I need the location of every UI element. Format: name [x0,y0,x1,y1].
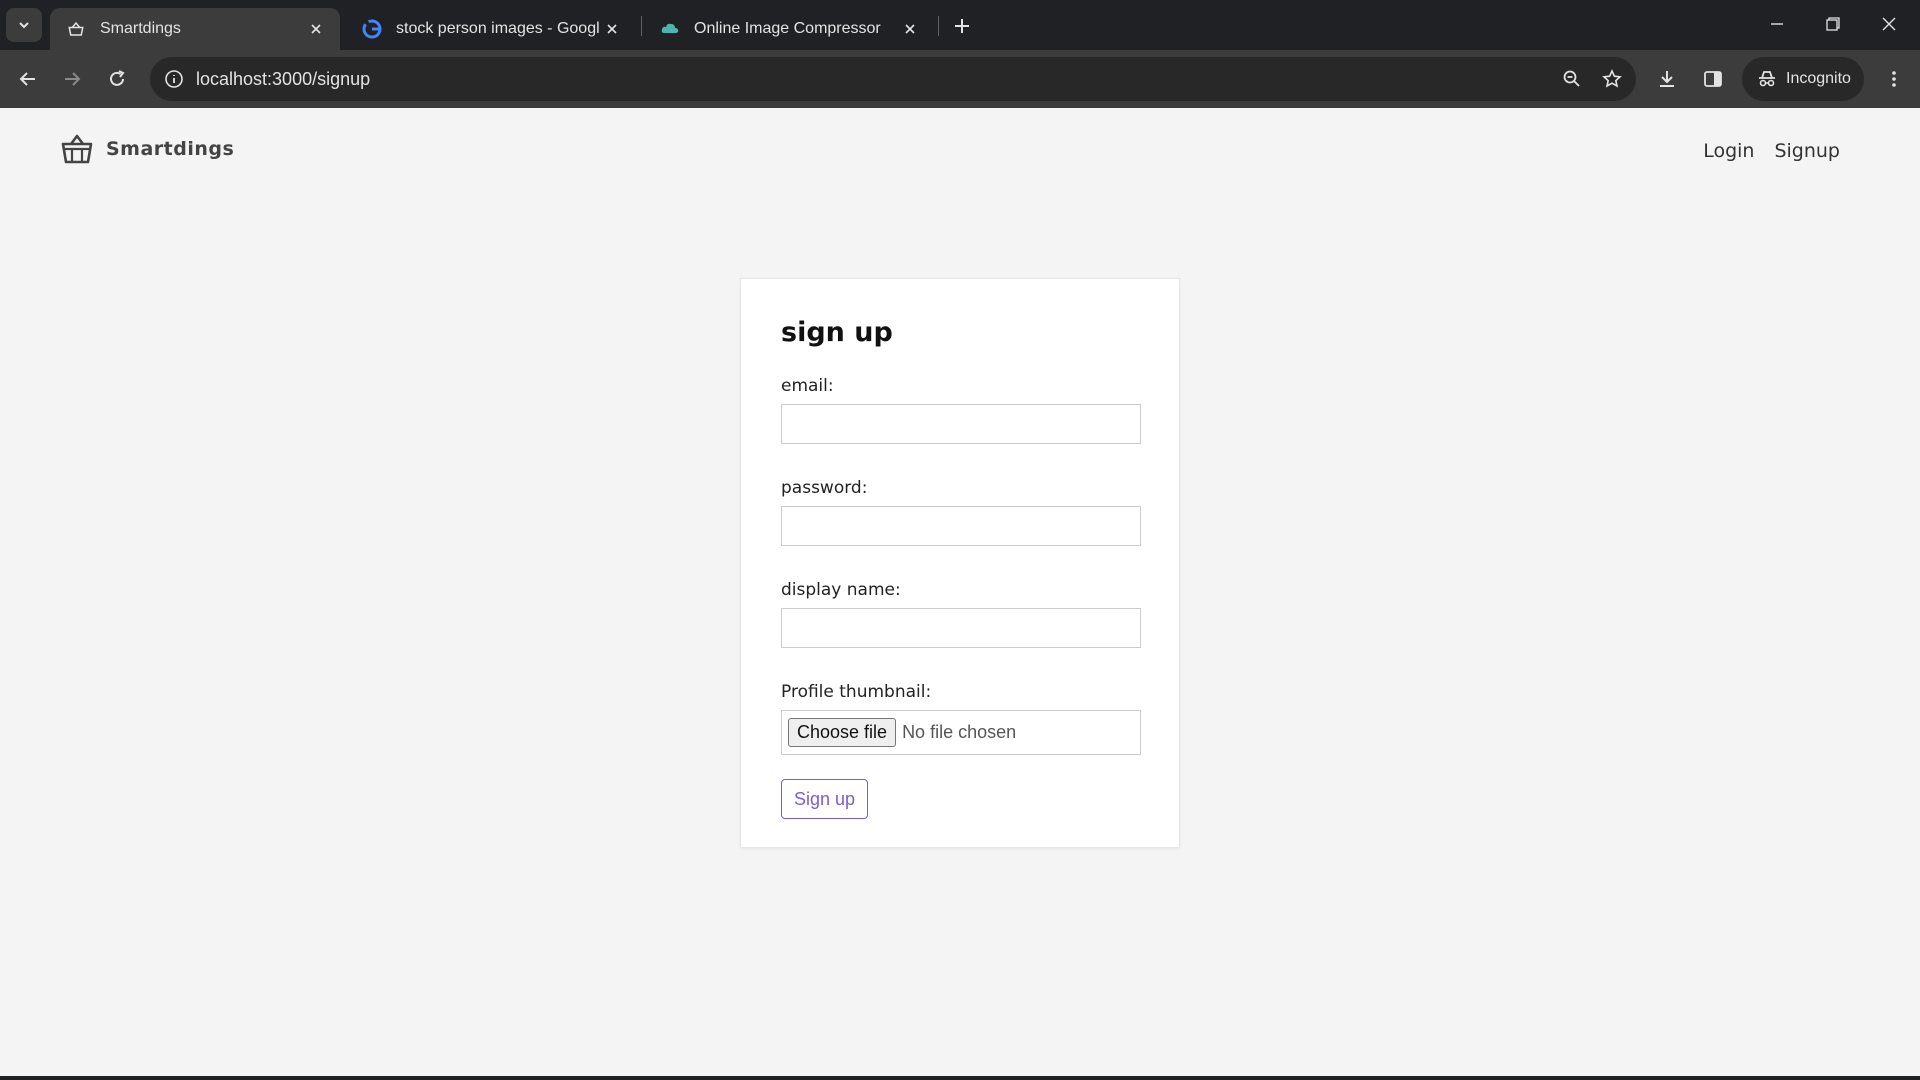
basket-icon [66,19,86,39]
display-name-label: display name: [781,580,901,600]
star-icon[interactable] [1592,59,1632,99]
minimize-icon [1771,23,1783,25]
tab-separator [641,16,642,36]
arrow-right-icon [65,72,81,86]
menu-button[interactable] [1876,61,1912,97]
info-icon[interactable] [154,59,194,99]
minimize-button[interactable] [1754,6,1800,42]
profile-thumbnail-file-input[interactable]: Choose file No file chosen [781,710,1141,755]
downloads-button[interactable] [1649,61,1685,97]
browser-tab-image-compressor[interactable]: Online Image Compressor [644,8,934,50]
email-field[interactable] [781,404,1141,444]
download-icon [1660,71,1674,87]
page-content: Smartdings Login Signup sign up email: p… [0,108,1920,1076]
close-icon[interactable] [600,17,624,41]
browser-tab-google-search[interactable]: stock person images - Google Search [346,8,636,50]
incognito-indicator[interactable]: Incognito [1742,57,1864,101]
password-label: password: [781,478,868,498]
site-nav: Login Signup [1703,140,1840,162]
tab-title: stock person images - Google Search [396,20,600,37]
url-text[interactable]: localhost:3000/signup [196,69,1552,90]
incognito-icon [1756,68,1778,90]
brand-name: Smartdings [106,138,235,160]
more-vert-icon [1892,71,1896,87]
file-status-text: No file chosen [902,722,1017,742]
restore-icon [1826,17,1840,31]
close-icon[interactable] [304,17,328,41]
choose-file-button[interactable]: Choose file [788,718,897,747]
incognito-label: Incognito [1786,70,1851,87]
tab-title: Online Image Compressor [694,20,881,37]
plus-icon [955,19,969,33]
arrow-left-icon [19,72,35,86]
forward-button[interactable] [54,61,90,97]
basket-icon [61,134,93,164]
tab-separator [938,16,939,36]
browser-tabstrip: Smartdings stock person images - Google … [0,0,1920,50]
reload-button[interactable] [99,61,135,97]
tab-title: Smartdings [100,20,181,37]
browser-tab-smartdings[interactable]: Smartdings [50,8,340,50]
side-panel-button[interactable] [1695,61,1731,97]
profile-thumbnail-label: Profile thumbnail: [781,682,932,702]
restore-button[interactable] [1810,6,1856,42]
back-button[interactable] [10,61,46,97]
google-icon [362,19,382,39]
close-window-button[interactable] [1866,6,1912,42]
close-icon[interactable] [898,17,922,41]
sign-up-button[interactable]: Sign up [781,779,869,819]
cloud-icon [660,19,680,39]
signup-form: sign up email: password: display name: P… [740,278,1180,848]
reload-icon [110,70,125,86]
side-panel-icon [1704,71,1722,87]
nav-login-link[interactable]: Login [1703,140,1754,162]
password-field[interactable] [781,506,1141,546]
close-icon [1882,17,1896,31]
window-bottom-border [0,1076,1920,1080]
new-tab-button[interactable] [948,12,976,40]
site-logo-link[interactable]: Smartdings [60,132,234,166]
form-title: sign up [781,317,893,348]
tab-search-button[interactable] [6,8,42,42]
chevron-down-icon [19,22,29,29]
zoom-icon[interactable] [1552,59,1592,99]
browser-toolbar: localhost:3000/signup Incognito [0,50,1920,108]
display-name-field[interactable] [781,608,1141,648]
email-label: email: [781,376,834,396]
nav-signup-link[interactable]: Signup [1774,140,1840,162]
address-bar[interactable]: localhost:3000/signup [150,57,1636,101]
